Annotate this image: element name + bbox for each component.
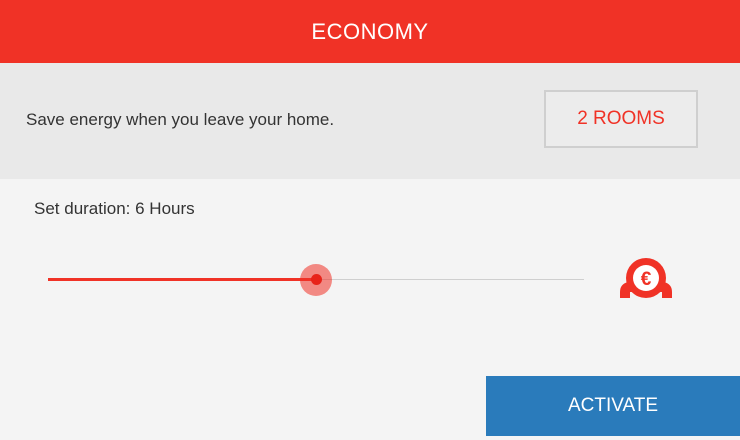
activate-button[interactable]: ACTIVATE bbox=[486, 376, 740, 436]
page-title: ECONOMY bbox=[311, 18, 429, 44]
duration-slider[interactable] bbox=[48, 262, 584, 298]
slider-fill bbox=[48, 278, 316, 281]
slider-thumb[interactable] bbox=[310, 274, 322, 285]
euro-coin-icon: € bbox=[620, 258, 672, 298]
header-bar: ECONOMY bbox=[0, 0, 740, 63]
info-panel: Save energy when you leave your home. 2 … bbox=[0, 63, 740, 179]
economy-description: Save energy when you leave your home. bbox=[26, 110, 335, 129]
svg-text:€: € bbox=[641, 269, 652, 290]
economy-screen: ECONOMY Save energy when you leave your … bbox=[0, 0, 740, 440]
duration-label: Set duration: 6 Hours bbox=[34, 199, 195, 218]
rooms-button[interactable]: 2 ROOMS bbox=[544, 90, 698, 148]
